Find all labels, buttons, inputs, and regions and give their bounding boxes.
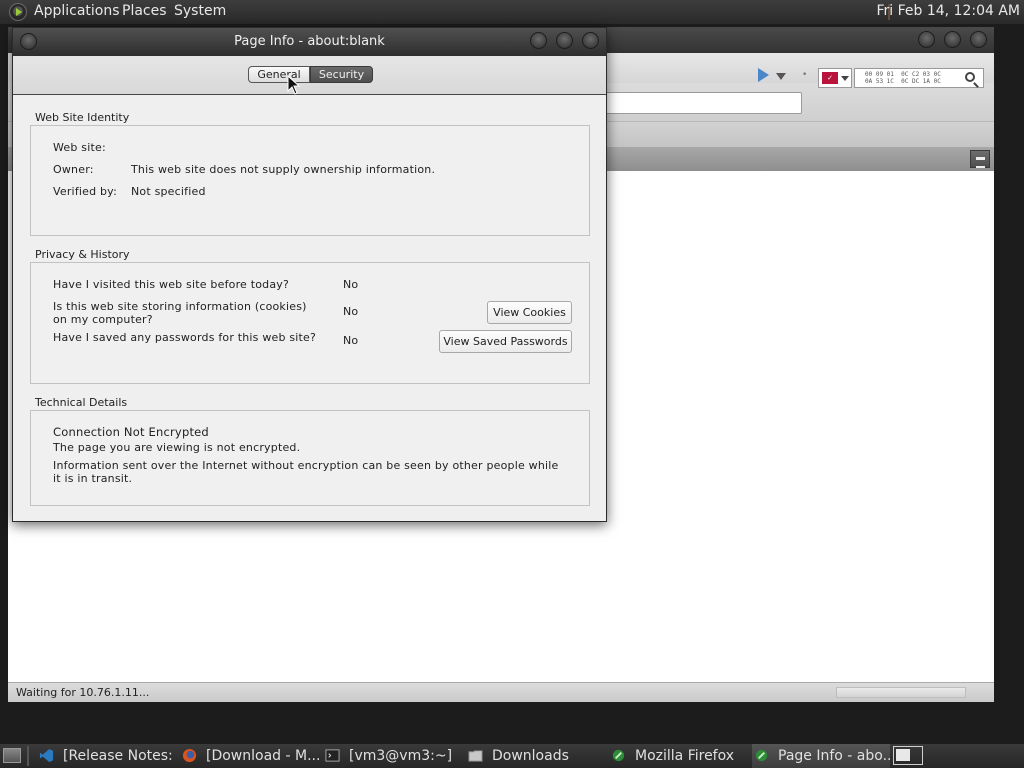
search-engine-button[interactable]: ✓ xyxy=(818,68,852,88)
privacy-frame: Have I visited this web site before toda… xyxy=(30,262,590,384)
task-label: Downloads xyxy=(492,748,569,764)
encryption-status: Connection Not Encrypted xyxy=(53,425,209,439)
task-download[interactable]: [Download - M... xyxy=(180,744,320,768)
task-downloads-folder[interactable]: Downloads xyxy=(466,744,606,768)
page-info-icon xyxy=(755,749,768,762)
tab-security[interactable]: Security xyxy=(310,66,373,83)
folder-icon xyxy=(468,750,483,762)
passwords-question: Have I saved any passwords for this web … xyxy=(53,331,317,344)
firefox-green-icon xyxy=(612,749,625,762)
gnome-menu-icon[interactable] xyxy=(9,3,27,21)
visited-question: Have I visited this web site before toda… xyxy=(53,278,290,291)
cookies-answer: No xyxy=(343,305,359,318)
url-dropdown-icon[interactable] xyxy=(776,73,786,80)
privacy-heading: Privacy & History xyxy=(35,248,130,261)
technical-frame: Connection Not Encrypted The page you ar… xyxy=(30,410,590,506)
task-mozilla-firefox[interactable]: Mozilla Firefox xyxy=(609,744,749,768)
status-bar: Waiting for 10.76.1.11... xyxy=(8,682,994,702)
task-label: Mozilla Firefox xyxy=(635,748,735,764)
view-saved-passwords-button[interactable]: View Saved Passwords xyxy=(439,330,572,353)
workspace-switcher[interactable] xyxy=(893,746,923,765)
status-text: Waiting for 10.76.1.11... xyxy=(16,686,150,699)
encryption-warning: Information sent over the Internet witho… xyxy=(53,459,559,485)
task-release-notes[interactable]: [Release Notes: ... xyxy=(37,744,177,768)
maximize-button[interactable] xyxy=(944,31,961,48)
menu-places[interactable]: Places xyxy=(122,3,167,19)
go-arrow-icon[interactable] xyxy=(758,68,769,82)
website-label: Web site: xyxy=(53,141,106,154)
identity-frame: Web site: Owner: This web site does not … xyxy=(30,125,590,236)
vscode-icon xyxy=(39,748,54,763)
close-button[interactable] xyxy=(582,32,599,49)
task-page-info[interactable]: Page Info - abo... xyxy=(752,744,890,768)
toolbar-separator: • xyxy=(802,70,808,80)
panel-separator xyxy=(27,746,29,766)
task-label: [Download - M... xyxy=(206,748,320,764)
identity-heading: Web Site Identity xyxy=(35,111,130,124)
minimize-button[interactable] xyxy=(530,32,547,49)
maximize-button[interactable] xyxy=(556,32,573,49)
search-missing-glyphs: 00 09 01 0C C2 03 0C 0A 53 1C 0C DC 1A 0… xyxy=(865,71,941,85)
tab-list-icon[interactable] xyxy=(970,150,990,168)
task-label: Page Info - abo... xyxy=(778,748,890,764)
page-info-dialog: Page Info - about:blank General Security… xyxy=(12,27,607,522)
minimize-button[interactable] xyxy=(918,31,935,48)
dialog-tab-strip: General Security xyxy=(13,56,606,95)
clock[interactable]: Fri Feb 14, 12:04 AM xyxy=(876,3,1020,19)
owner-label: Owner: xyxy=(53,163,94,176)
owner-value: This web site does not supply ownership … xyxy=(131,163,436,176)
terminal-icon xyxy=(325,749,340,762)
task-label: [vm3@vm3:~] xyxy=(349,748,453,764)
close-button[interactable] xyxy=(970,31,987,48)
menu-applications[interactable]: Applications xyxy=(34,3,120,19)
dialog-title: Page Info - about:blank xyxy=(234,34,385,49)
task-terminal[interactable]: [vm3@vm3:~] xyxy=(323,744,463,768)
search-engine-logo-icon: ✓ xyxy=(822,72,838,84)
show-desktop-icon[interactable] xyxy=(3,748,21,763)
search-input[interactable]: 00 09 01 0C C2 03 0C 0A 53 1C 0C DC 1A 0… xyxy=(854,68,984,88)
dialog-titlebar[interactable]: Page Info - about:blank xyxy=(13,28,606,56)
passwords-answer: No xyxy=(343,334,359,347)
mouse-cursor-icon xyxy=(287,75,301,95)
verified-value: Not specified xyxy=(131,185,206,198)
cookies-question: Is this web site storing information (co… xyxy=(53,300,307,326)
url-bar[interactable] xyxy=(598,92,802,114)
encryption-detail: The page you are viewing is not encrypte… xyxy=(53,441,301,454)
view-cookies-button[interactable]: View Cookies xyxy=(487,301,572,324)
task-label: [Release Notes: ... xyxy=(63,748,177,764)
status-progress-bar xyxy=(836,687,966,698)
verified-label: Verified by: xyxy=(53,185,117,198)
search-icon[interactable] xyxy=(965,72,975,82)
menu-system[interactable]: System xyxy=(174,3,226,19)
top-panel: Applications Places System Fri Feb 14, 1… xyxy=(0,0,1024,24)
chevron-down-icon xyxy=(841,76,849,81)
bottom-panel: [Release Notes: ... [Download - M... [vm… xyxy=(0,744,1024,768)
technical-heading: Technical Details xyxy=(35,396,128,409)
visited-answer: No xyxy=(343,278,359,291)
firefox-icon xyxy=(182,748,197,763)
